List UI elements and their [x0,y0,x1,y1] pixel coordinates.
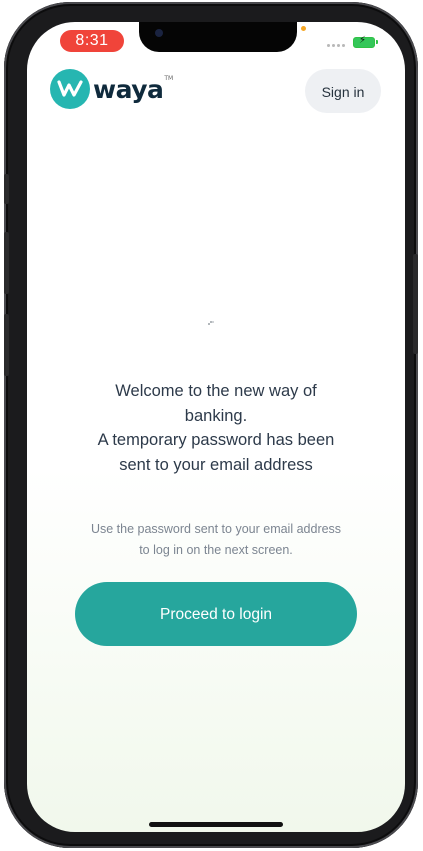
proceed-to-login-button[interactable]: Proceed to login [75,582,357,646]
notch [139,22,297,52]
volume-up-button [4,232,9,294]
home-indicator[interactable] [149,822,283,827]
instruction-line: to log in on the next screen. [139,543,293,557]
signal-icon [327,44,345,47]
welcome-message: Welcome to the new way of banking. A tem… [65,379,367,477]
instruction-line: Use the password sent to your email addr… [90,522,342,536]
battery-charging-icon: ⚡ [353,35,378,48]
instruction-text: Use the password sent to your email addr… [57,519,375,561]
welcome-line: A temporary password has been [97,431,335,449]
status-time: 8:31 [60,30,124,52]
waya-w-logo-icon [50,69,90,109]
loading-spinner-icon [208,321,214,327]
privacy-indicator-icon [301,26,306,31]
front-camera-icon [155,29,163,37]
welcome-line: Welcome to the new way of [115,382,317,400]
sign-in-button[interactable]: Sign in [305,69,381,113]
logo-wordmark: waya [93,74,164,104]
trademark-mark: TM [164,75,174,82]
waya-logo: waya TM [50,69,173,109]
power-button [413,254,418,354]
status-bar: 8:31 ⚡ [27,22,405,66]
welcome-line: banking. [184,406,248,425]
app-screen: 8:31 ⚡ waya TM Sign in Welcome to the ne… [27,22,405,832]
phone-frame: 8:31 ⚡ waya TM Sign in Welcome to the ne… [4,2,418,848]
welcome-line: sent to your email address [119,455,313,474]
silent-switch [4,174,9,204]
volume-down-button [4,314,9,376]
